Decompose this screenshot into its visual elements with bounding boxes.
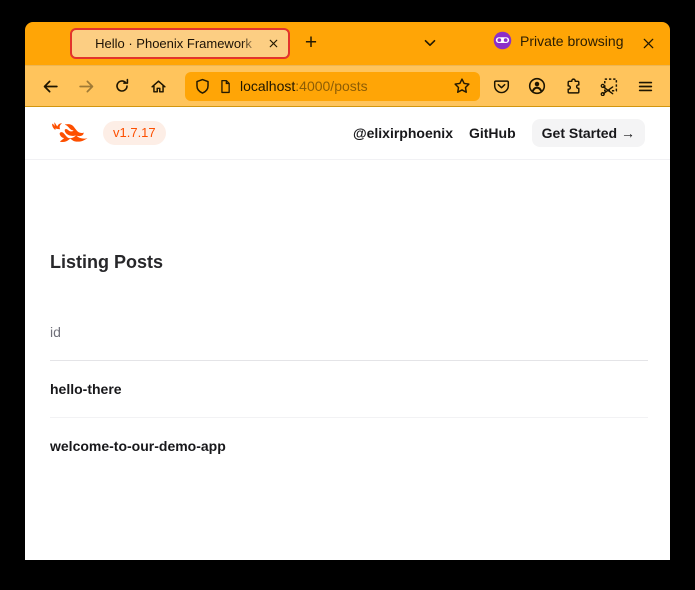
url-host: localhost [240,78,295,94]
github-link[interactable]: GitHub [469,125,516,141]
get-started-button[interactable]: Get Started → [532,119,645,147]
shield-icon[interactable] [194,78,211,95]
phoenix-logo-icon[interactable] [50,120,88,146]
menu-icon[interactable] [632,72,658,100]
screenshot-stage: Hello · Phoenix Framework + [0,0,695,590]
tab-title: Hello · Phoenix Framework [72,36,263,51]
new-tab-button[interactable]: + [297,29,325,57]
site-header-right: @elixirphoenix GitHub Get Started → [353,119,645,147]
site-header: v1.7.17 @elixirphoenix GitHub Get Starte… [25,107,670,160]
browser-window: Hello · Phoenix Framework + [25,22,670,560]
site-main: Listing Posts id hello-there welcome-to-… [25,160,670,474]
page-info-icon[interactable] [218,79,233,94]
pocket-icon[interactable] [488,72,514,100]
tab-title-fade [241,36,263,51]
twitter-link[interactable]: @elixirphoenix [353,125,453,141]
extensions-icon[interactable] [560,72,586,100]
navigation-toolbar: localhost:4000/posts [25,65,670,107]
tab-close-icon[interactable] [263,34,283,54]
forward-icon[interactable] [71,72,101,100]
tab-bar: Hello · Phoenix Framework + [25,22,670,65]
private-browsing-label: Private browsing [520,33,624,49]
private-mask-icon [493,31,512,50]
private-browsing-indicator: Private browsing [493,31,624,50]
url-path: :4000/posts [295,78,367,94]
back-icon[interactable] [35,72,65,100]
toolbar-right-buttons [488,72,660,100]
home-icon[interactable] [143,72,173,100]
nav-buttons [35,72,173,100]
page-content: v1.7.17 @elixirphoenix GitHub Get Starte… [25,107,670,560]
column-header-id: id [50,320,648,361]
account-icon[interactable] [524,72,550,100]
window-close-icon[interactable] [636,31,660,55]
table-row[interactable]: hello-there [50,361,648,418]
table-row[interactable]: welcome-to-our-demo-app [50,418,648,475]
chevron-down-icon[interactable] [417,30,443,56]
version-badge: v1.7.17 [103,121,166,145]
post-id-cell[interactable]: hello-there [50,361,648,417]
page-title: Listing Posts [50,248,648,276]
site-header-left: v1.7.17 [50,120,166,146]
posts-table: id hello-there welcome-to-our-demo-app [50,320,648,474]
reload-icon[interactable] [107,72,137,100]
bookmark-star-icon[interactable] [453,77,471,95]
post-id-cell[interactable]: welcome-to-our-demo-app [50,418,648,474]
active-tab[interactable]: Hello · Phoenix Framework [70,28,290,59]
screenshot-icon[interactable] [596,72,622,100]
url-text: localhost:4000/posts [240,78,446,94]
url-bar[interactable]: localhost:4000/posts [185,72,480,101]
